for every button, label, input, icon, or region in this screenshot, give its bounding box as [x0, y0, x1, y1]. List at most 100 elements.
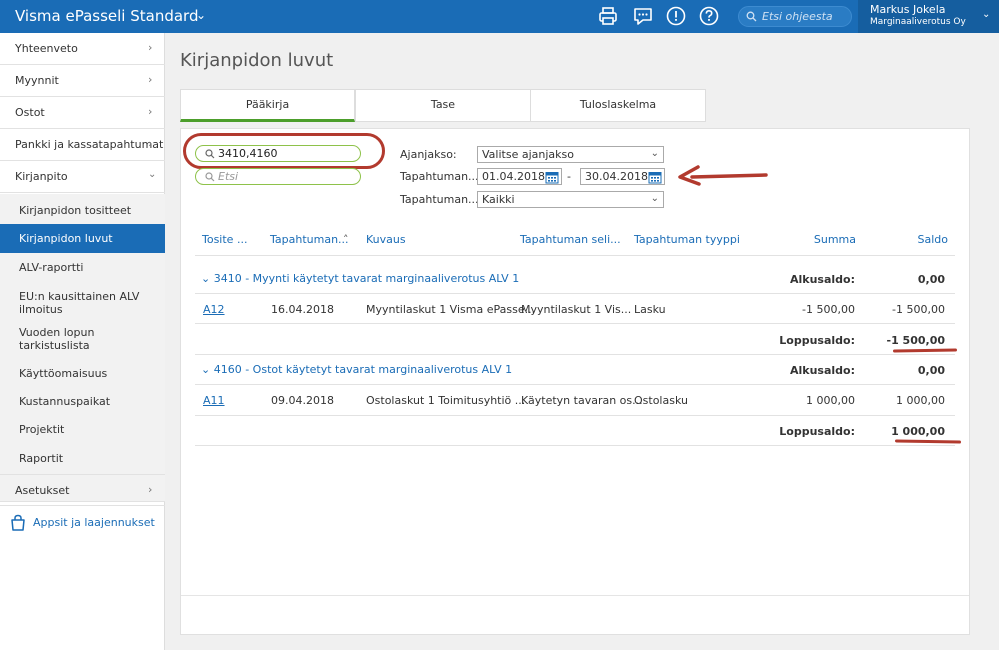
search-icon — [205, 172, 215, 182]
chevron-right-icon: › — [148, 73, 153, 86]
subitem-kayttoomaisuus[interactable]: Käyttöomaisuus — [0, 359, 165, 387]
chevron-right-icon: › — [148, 137, 153, 150]
subitem-eu-alv-ilmoitus[interactable]: EU:n kausittainen ALV ilmoitus — [0, 281, 165, 317]
help-search-input[interactable]: Etsi ohjeesta — [738, 6, 852, 27]
help-icon[interactable] — [698, 5, 720, 27]
subitem-label: Projektit — [19, 423, 65, 436]
company-name: Marginaaliverotus Oy — [870, 17, 966, 27]
account-search-input[interactable]: 3410,4160 — [195, 145, 361, 162]
text-search-input[interactable]: Etsi — [195, 168, 361, 185]
tab-tase[interactable]: Tase — [355, 89, 531, 122]
tab-bar: Pääkirja Tase Tuloslaskelma — [180, 89, 706, 122]
subitem-vuoden-lopun-tarkistuslista[interactable]: Vuoden lopun tarkistuslista — [0, 317, 165, 359]
calendar-icon[interactable] — [545, 170, 559, 184]
panel-footer-divider — [181, 595, 969, 596]
tab-paakirja[interactable]: Pääkirja — [180, 89, 355, 122]
subitem-label: Kirjanpidon tositteet — [19, 204, 132, 217]
row-divider — [195, 415, 955, 416]
transaction-description: Myyntilaskut 1 Visma ePasse... — [366, 303, 536, 316]
subitem-label: Kirjanpidon luvut — [19, 232, 113, 245]
printer-icon[interactable] — [597, 5, 619, 27]
user-name: Markus Jokela — [870, 3, 946, 16]
sidebar-item-ostot[interactable]: Ostot › — [0, 97, 165, 129]
column-header-voucher[interactable]: Tosite ... — [202, 233, 247, 246]
sidebar-item-pankki[interactable]: Pankki ja kassatapahtumat › — [0, 129, 165, 161]
app-title[interactable]: Visma ePasseli Standard — [15, 7, 198, 25]
transaction-explanation: Käytetyn tavaran os... — [521, 394, 643, 407]
date-to-input[interactable]: 30.04.2018 — [580, 168, 665, 185]
row-divider — [195, 445, 955, 446]
sidebar-item-label: Asetukset — [15, 484, 70, 497]
chevron-right-icon: › — [148, 41, 153, 54]
type-label: Tapahtuman... — [400, 193, 479, 206]
chevron-down-icon: ⌄ — [650, 148, 659, 159]
column-header-date[interactable]: Tapahtuman... — [270, 233, 349, 246]
user-menu[interactable]: Markus Jokela Marginaaliverotus Oy ⌄ — [858, 0, 999, 33]
text-search-placeholder: Etsi — [218, 170, 239, 183]
sidebar-item-asetukset[interactable]: Asetukset › — [0, 474, 165, 506]
date-range-label: Tapahtuman... — [400, 170, 479, 183]
column-header-type[interactable]: Tapahtuman tyyppi — [634, 233, 740, 246]
column-header-balance[interactable]: Saldo — [880, 233, 949, 246]
type-select[interactable]: Kaikki ⌄ — [477, 191, 664, 208]
apps-link[interactable]: Appsit ja laajennukset — [0, 511, 165, 535]
account-group-4160[interactable]: ⌄ 4160 - Ostot käytetyt tavarat marginaa… — [201, 363, 512, 376]
row-divider — [195, 293, 955, 294]
row-divider — [195, 323, 955, 324]
subitem-alv-raportti[interactable]: ALV-raportti — [0, 253, 165, 281]
chat-icon[interactable] — [632, 5, 654, 27]
account-group-3410[interactable]: ⌄ 3410 - Myynti käytetyt tavarat margina… — [201, 272, 519, 285]
header-divider — [195, 255, 955, 256]
subitem-kirjanpidon-luvut[interactable]: Kirjanpidon luvut — [0, 224, 165, 253]
subitem-label: Vuoden lopun tarkistuslista — [19, 326, 95, 352]
transaction-type: Ostolasku — [634, 394, 688, 407]
closing-balance-value: -1 500,00 — [886, 334, 946, 347]
sidebar-item-kirjanpito[interactable]: Kirjanpito ⌄ — [0, 161, 165, 193]
opening-balance-value: 0,00 — [917, 273, 945, 286]
page-title: Kirjanpidon luvut — [180, 50, 334, 71]
date-from-value: 01.04.2018 — [482, 170, 545, 183]
transaction-type: Lasku — [634, 303, 666, 316]
transaction-date: 16.04.2018 — [271, 303, 334, 316]
sidebar-item-label: Pankki ja kassatapahtumat — [15, 138, 164, 151]
period-select-value: Valitse ajanjakso — [482, 148, 574, 161]
transaction-sum: 1 000,00 — [806, 394, 855, 407]
column-header-sum[interactable]: Summa — [790, 233, 856, 246]
row-divider — [195, 354, 955, 355]
chevron-right-icon: › — [148, 105, 153, 118]
voucher-link[interactable]: A12 — [203, 303, 225, 316]
transaction-balance: -1 500,00 — [892, 303, 945, 316]
subitem-raportit[interactable]: Raportit — [0, 443, 165, 473]
subitem-kustannuspaikat[interactable]: Kustannuspaikat — [0, 387, 165, 415]
column-header-description[interactable]: Kuvaus — [366, 233, 406, 246]
chevron-right-icon: › — [148, 483, 153, 496]
search-icon — [746, 11, 757, 22]
voucher-link[interactable]: A11 — [203, 394, 225, 407]
period-select[interactable]: Valitse ajanjakso ⌄ — [477, 146, 664, 163]
column-header-explanation[interactable]: Tapahtuman seli... — [520, 233, 621, 246]
subitem-label: Raportit — [19, 452, 64, 465]
row-divider — [195, 384, 955, 385]
chevron-down-icon: ⌄ — [201, 272, 211, 285]
date-from-input[interactable]: 01.04.2018 — [477, 168, 562, 185]
period-label: Ajanjakso: — [400, 148, 457, 161]
app-menu-chevron-icon[interactable]: ⌄ — [196, 8, 206, 22]
sidebar-item-myynnit[interactable]: Myynnit › — [0, 65, 165, 97]
subitem-projektit[interactable]: Projektit — [0, 415, 165, 443]
opening-balance-label: Alkusaldo: — [789, 273, 855, 286]
sidebar: Yhteenveto › Myynnit › Ostot › Pankki ja… — [0, 33, 165, 650]
subitem-label: Kustannuspaikat — [19, 395, 111, 408]
subitem-kirjanpidon-tositteet[interactable]: Kirjanpidon tositteet — [0, 196, 165, 224]
transaction-sum: -1 500,00 — [802, 303, 855, 316]
kirjanpito-submenu: Kirjanpidon tositteet Kirjanpidon luvut … — [0, 194, 165, 502]
calendar-icon[interactable] — [648, 170, 662, 184]
closing-balance-label: Loppusaldo: — [779, 425, 855, 438]
account-group-title: 4160 - Ostot käytetyt tavarat marginaali… — [213, 363, 513, 376]
apps-label: Appsit ja laajennukset — [33, 516, 155, 529]
sidebar-item-yhteenveto[interactable]: Yhteenveto › — [0, 33, 165, 65]
sort-ascending-icon[interactable]: ˄ — [343, 233, 349, 246]
subitem-label: Käyttöomaisuus — [19, 367, 108, 380]
tab-tuloslaskelma[interactable]: Tuloslaskelma — [530, 89, 706, 122]
alert-icon[interactable] — [665, 5, 687, 27]
transaction-description: Ostolaskut 1 Toimitusyhtiö ... — [366, 394, 526, 407]
